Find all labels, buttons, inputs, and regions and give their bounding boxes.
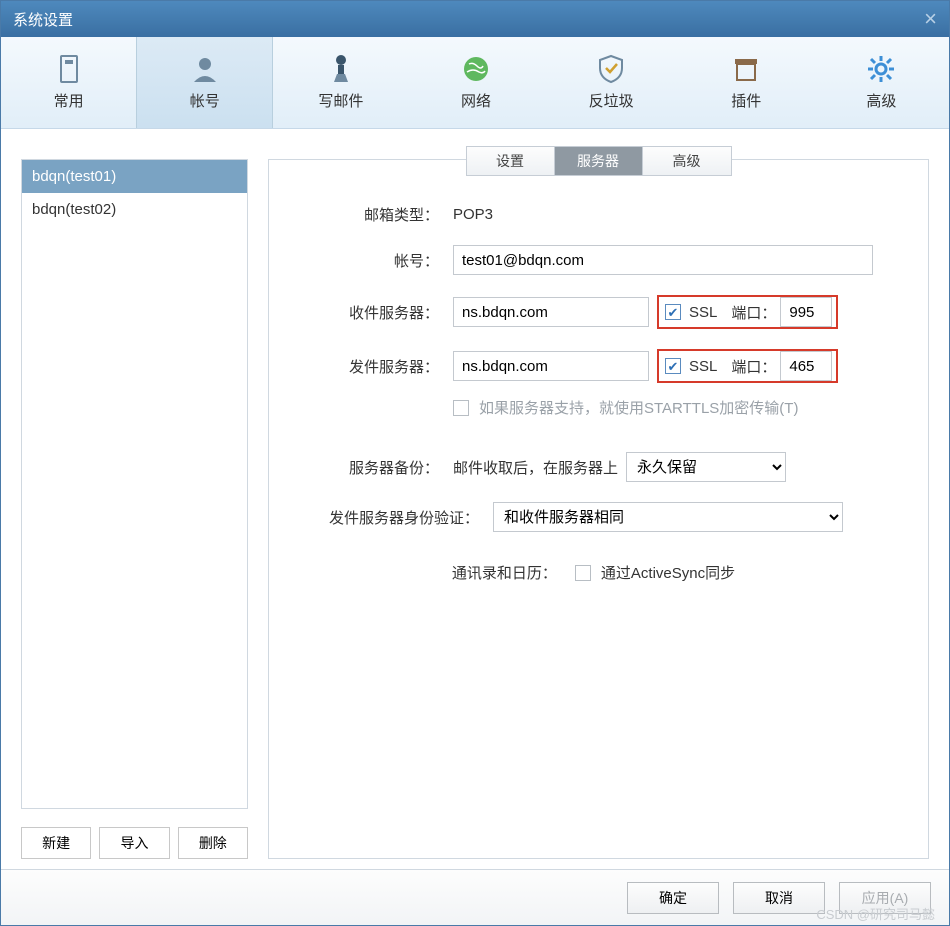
shield-icon xyxy=(596,54,626,84)
apply-button[interactable]: 应用(A) xyxy=(839,882,931,914)
port-label: 端口： xyxy=(731,302,776,323)
outgoing-ssl-group: SSL 端口： xyxy=(657,349,838,383)
compose-icon xyxy=(326,54,356,84)
tab-label: 帐号 xyxy=(190,90,220,111)
account-item[interactable]: bdqn(test01) xyxy=(22,160,247,193)
tab-account[interactable]: 帐号 xyxy=(136,37,273,128)
incoming-server-input[interactable] xyxy=(453,297,649,327)
tab-antispam[interactable]: 反垃圾 xyxy=(544,37,679,128)
account-sidebar: bdqn(test01) bdqn(test02) 新建 导入 删除 xyxy=(21,159,248,859)
server-form: 邮箱类型： POP3 帐号： 收件服务器： SSL 端口： xyxy=(269,160,928,623)
subtab-settings[interactable]: 设置 xyxy=(467,147,555,175)
sub-tabs: 设置 服务器 高级 xyxy=(466,146,732,176)
subtab-server[interactable]: 服务器 xyxy=(555,147,643,175)
new-account-button[interactable]: 新建 xyxy=(21,827,91,859)
mailbox-type-value: POP3 xyxy=(453,206,493,223)
account-icon xyxy=(190,54,220,84)
tab-label: 写邮件 xyxy=(318,90,363,111)
ssl-label: SSL xyxy=(689,358,717,375)
settings-window: 系统设置 × 常用 帐号 写邮件 网络 反垃圾 插件 高级 xyxy=(0,0,950,926)
tab-compose[interactable]: 写邮件 xyxy=(273,37,408,128)
tab-label: 高级 xyxy=(866,90,896,111)
content-area: bdqn(test01) bdqn(test02) 新建 导入 删除 设置 服务… xyxy=(1,129,949,869)
tab-label: 网络 xyxy=(461,90,491,111)
outgoing-ssl-checkbox[interactable] xyxy=(665,358,681,374)
starttls-label: 如果服务器支持，就使用STARTTLS加密传输(T) xyxy=(479,397,798,418)
tab-label: 反垃圾 xyxy=(589,90,634,111)
tab-label: 插件 xyxy=(731,90,761,111)
backup-text: 邮件收取后，在服务器上 xyxy=(453,457,618,478)
sync-text: 通过ActiveSync同步 xyxy=(601,562,735,583)
activesync-checkbox[interactable] xyxy=(575,565,591,581)
account-list: bdqn(test01) bdqn(test02) xyxy=(21,159,248,809)
tab-advanced[interactable]: 高级 xyxy=(814,37,949,128)
account-buttons: 新建 导入 删除 xyxy=(21,827,248,859)
mailbox-type-label: 邮箱类型： xyxy=(289,204,439,225)
backup-select[interactable]: 永久保留 xyxy=(626,452,786,482)
delete-account-button[interactable]: 删除 xyxy=(178,827,248,859)
incoming-port-input[interactable] xyxy=(780,297,832,327)
network-icon xyxy=(461,54,491,84)
import-account-button[interactable]: 导入 xyxy=(99,827,169,859)
incoming-ssl-group: SSL 端口： xyxy=(657,295,838,329)
auth-label: 发件服务器身份验证： xyxy=(289,507,479,528)
window-title: 系统设置 xyxy=(13,9,73,30)
incoming-ssl-checkbox[interactable] xyxy=(665,304,681,320)
account-item[interactable]: bdqn(test02) xyxy=(22,193,247,226)
account-input[interactable] xyxy=(453,245,873,275)
gear-icon xyxy=(866,54,896,84)
ok-button[interactable]: 确定 xyxy=(627,882,719,914)
tab-plugins[interactable]: 插件 xyxy=(679,37,814,128)
outgoing-port-input[interactable] xyxy=(780,351,832,381)
general-icon xyxy=(54,54,84,84)
account-label: 帐号： xyxy=(289,250,439,271)
tab-network[interactable]: 网络 xyxy=(408,37,543,128)
tab-general[interactable]: 常用 xyxy=(1,37,136,128)
outgoing-label: 发件服务器： xyxy=(289,356,439,377)
ssl-label: SSL xyxy=(689,304,717,321)
tab-label: 常用 xyxy=(54,90,84,111)
dialog-footer: 确定 取消 应用(A) xyxy=(1,869,949,925)
details-panel: 设置 服务器 高级 邮箱类型： POP3 帐号： 收件服务器： xyxy=(268,159,929,859)
starttls-checkbox[interactable] xyxy=(453,400,469,416)
plugin-icon xyxy=(731,54,761,84)
incoming-label: 收件服务器： xyxy=(289,302,439,323)
subtab-advanced[interactable]: 高级 xyxy=(643,147,731,175)
main-toolbar: 常用 帐号 写邮件 网络 反垃圾 插件 高级 xyxy=(1,37,949,129)
backup-label: 服务器备份： xyxy=(289,457,439,478)
title-bar: 系统设置 × xyxy=(1,1,949,37)
close-icon[interactable]: × xyxy=(924,6,937,32)
auth-select[interactable]: 和收件服务器相同 xyxy=(493,502,843,532)
sync-label: 通讯录和日历： xyxy=(452,562,557,583)
outgoing-server-input[interactable] xyxy=(453,351,649,381)
cancel-button[interactable]: 取消 xyxy=(733,882,825,914)
port-label: 端口： xyxy=(731,356,776,377)
